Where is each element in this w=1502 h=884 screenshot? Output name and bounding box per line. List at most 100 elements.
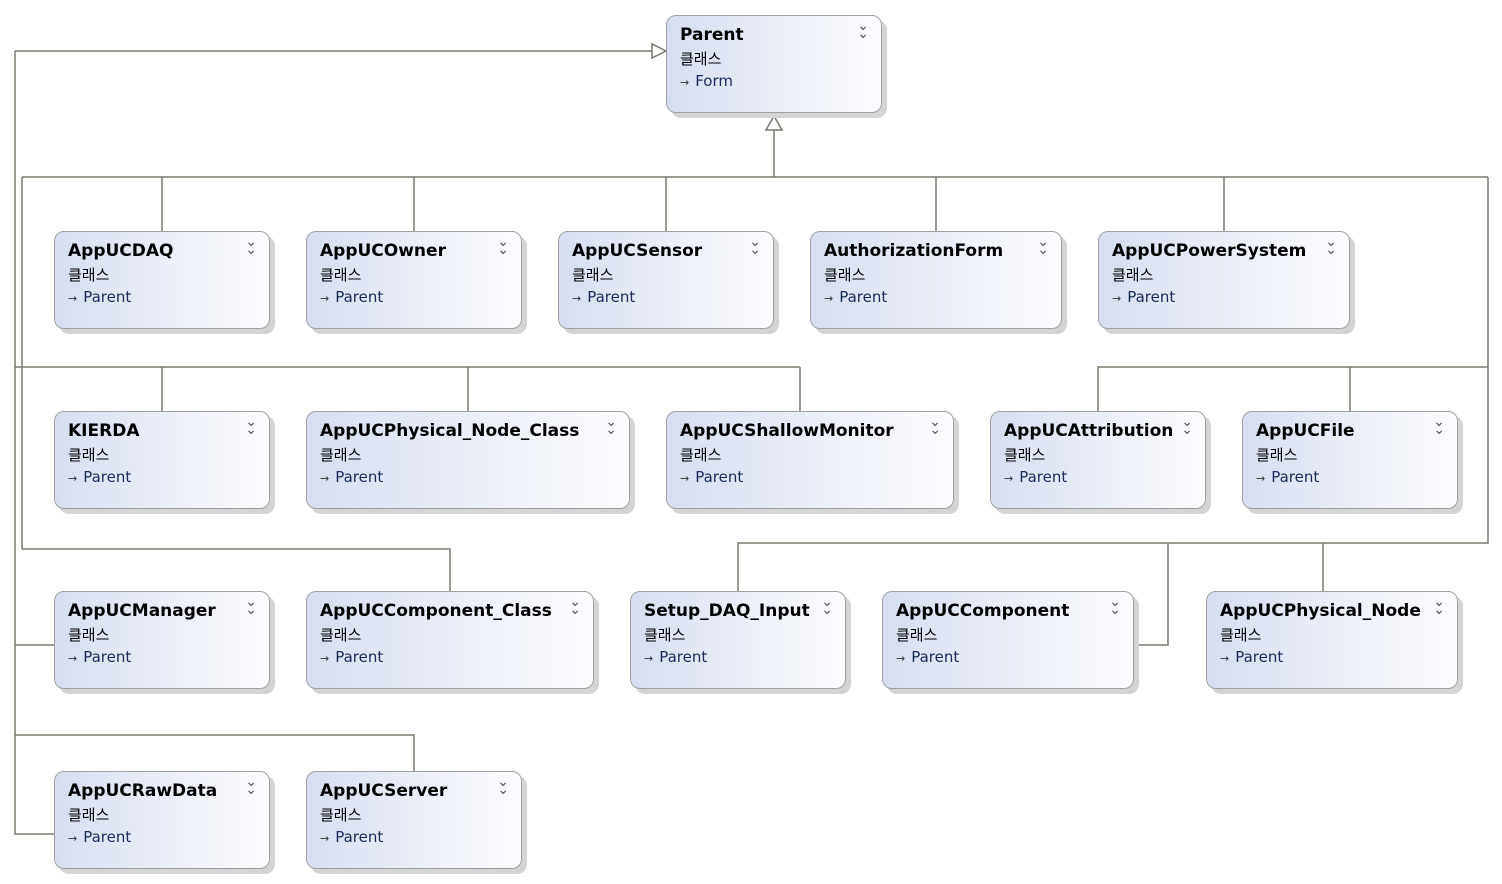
base-class-name: Parent	[659, 648, 708, 666]
class-name: Parent	[680, 25, 744, 45]
class-shape[interactable]: AppUCPowerSystem 클래스 → Parent ⌄ ⌄	[1098, 231, 1350, 329]
double-chevron-down-icon[interactable]: ⌄ ⌄	[821, 595, 833, 617]
base-class-name: Form	[695, 72, 734, 90]
base-class-name: Parent	[335, 468, 384, 486]
double-chevron-down-icon[interactable]: ⌄ ⌄	[497, 775, 509, 797]
class-kind: 클래스	[824, 266, 866, 284]
base-class-name: Parent	[587, 288, 636, 306]
inheritance-arrow-icon: →	[320, 652, 330, 665]
class-shape[interactable]: Setup_DAQ_Input 클래스 → Parent ⌄ ⌄	[630, 591, 846, 689]
base-class: → Parent	[680, 468, 743, 486]
class-name: AppUCRawData	[68, 781, 218, 801]
class-name: AppUCServer	[320, 781, 448, 801]
base-class: → Parent	[320, 648, 383, 666]
double-chevron-down-icon[interactable]: ⌄ ⌄	[245, 235, 257, 257]
class-name: AppUCFile	[1256, 421, 1355, 441]
base-class: → Parent	[320, 288, 383, 306]
class-kind: 클래스	[68, 626, 110, 644]
class-name: AppUCShallowMonitor	[680, 421, 894, 441]
double-chevron-down-icon[interactable]: ⌄ ⌄	[1325, 235, 1337, 257]
class-name: KIERDA	[68, 421, 140, 441]
inheritance-arrow-icon: →	[644, 652, 654, 665]
class-shape[interactable]: AppUCSensor 클래스 → Parent ⌄ ⌄	[558, 231, 774, 329]
base-class-name: Parent	[83, 648, 132, 666]
base-class-name: Parent	[83, 288, 132, 306]
class-name: AppUCPhysical_Node_Class	[320, 421, 580, 441]
class-kind: 클래스	[68, 266, 110, 284]
inheritance-arrow-icon: →	[680, 472, 690, 485]
double-chevron-down-icon[interactable]: ⌄ ⌄	[1109, 595, 1121, 617]
class-shape[interactable]: AppUCPhysical_Node_Class 클래스 → Parent ⌄ ⌄	[306, 411, 630, 509]
double-chevron-down-icon[interactable]: ⌄ ⌄	[605, 415, 617, 437]
base-class: → Parent	[1004, 468, 1067, 486]
class-shape[interactable]: Parent 클래스 → Form ⌄ ⌄	[666, 15, 882, 113]
class-kind: 클래스	[1112, 266, 1154, 284]
class-kind: 클래스	[320, 626, 362, 644]
class-kind: 클래스	[320, 266, 362, 284]
class-shape[interactable]: AppUCManager 클래스 → Parent ⌄ ⌄	[54, 591, 270, 689]
base-class: → Parent	[644, 648, 707, 666]
base-class: → Parent	[572, 288, 635, 306]
base-class: → Parent	[320, 468, 383, 486]
inheritance-arrow-icon: →	[320, 832, 330, 845]
double-chevron-down-icon[interactable]: ⌄ ⌄	[1037, 235, 1049, 257]
double-chevron-down-icon[interactable]: ⌄ ⌄	[1181, 415, 1193, 437]
base-class: → Parent	[824, 288, 887, 306]
inheritance-arrow-icon: →	[68, 472, 78, 485]
class-shape[interactable]: AuthorizationForm 클래스 → Parent ⌄ ⌄	[810, 231, 1062, 329]
inheritance-arrow-icon: →	[680, 76, 690, 89]
base-class-name: Parent	[839, 288, 888, 306]
inheritance-arrow-icon	[651, 42, 668, 60]
class-kind: 클래스	[572, 266, 614, 284]
class-shape[interactable]: AppUCPhysical_Node 클래스 → Parent ⌄ ⌄	[1206, 591, 1458, 689]
class-shape[interactable]: AppUCComponent_Class 클래스 → Parent ⌄ ⌄	[306, 591, 594, 689]
base-class-name: Parent	[335, 288, 384, 306]
class-shape[interactable]: AppUCComponent 클래스 → Parent ⌄ ⌄	[882, 591, 1134, 689]
double-chevron-down-icon[interactable]: ⌄ ⌄	[245, 595, 257, 617]
double-chevron-down-icon[interactable]: ⌄ ⌄	[569, 595, 581, 617]
class-name: AppUCManager	[68, 601, 216, 621]
base-class: → Parent	[68, 828, 131, 846]
class-shape[interactable]: AppUCRawData 클래스 → Parent ⌄ ⌄	[54, 771, 270, 869]
class-kind: 클래스	[1004, 446, 1046, 464]
inheritance-arrow-icon: →	[320, 292, 330, 305]
inheritance-arrow-icon: →	[68, 832, 78, 845]
base-class: → Parent	[68, 288, 131, 306]
double-chevron-down-icon[interactable]: ⌄ ⌄	[857, 19, 869, 41]
inheritance-arrow-icon: →	[68, 292, 78, 305]
class-shape[interactable]: AppUCFile 클래스 → Parent ⌄ ⌄	[1242, 411, 1458, 509]
class-kind: 클래스	[1220, 626, 1262, 644]
class-shape[interactable]: AppUCOwner 클래스 → Parent ⌄ ⌄	[306, 231, 522, 329]
inheritance-arrow-icon: →	[1220, 652, 1230, 665]
inheritance-arrow-icon: →	[1256, 472, 1266, 485]
base-class-name: Parent	[83, 468, 132, 486]
class-shape[interactable]: AppUCServer 클래스 → Parent ⌄ ⌄	[306, 771, 522, 869]
double-chevron-down-icon[interactable]: ⌄ ⌄	[497, 235, 509, 257]
inheritance-arrow-icon: →	[896, 652, 906, 665]
double-chevron-down-icon[interactable]: ⌄ ⌄	[245, 775, 257, 797]
double-chevron-down-icon[interactable]: ⌄ ⌄	[929, 415, 941, 437]
base-class-name: Parent	[911, 648, 960, 666]
base-class: → Parent	[68, 468, 131, 486]
class-name: AppUCOwner	[320, 241, 446, 261]
class-shape[interactable]: AppUCDAQ 클래스 → Parent ⌄ ⌄	[54, 231, 270, 329]
double-chevron-down-icon[interactable]: ⌄ ⌄	[749, 235, 761, 257]
base-class: → Parent	[320, 828, 383, 846]
double-chevron-down-icon[interactable]: ⌄ ⌄	[1433, 415, 1445, 437]
class-shape[interactable]: AppUCShallowMonitor 클래스 → Parent ⌄ ⌄	[666, 411, 954, 509]
class-name: AppUCPowerSystem	[1112, 241, 1307, 261]
base-class: → Parent	[896, 648, 959, 666]
class-shape[interactable]: AppUCAttribution 클래스 → Parent ⌄ ⌄	[990, 411, 1206, 509]
base-class-name: Parent	[83, 828, 132, 846]
base-class-name: Parent	[695, 468, 744, 486]
inheritance-arrow-icon: →	[572, 292, 582, 305]
double-chevron-down-icon[interactable]: ⌄ ⌄	[1433, 595, 1445, 617]
double-chevron-down-icon[interactable]: ⌄ ⌄	[245, 415, 257, 437]
class-kind: 클래스	[68, 446, 110, 464]
base-class: → Parent	[1220, 648, 1283, 666]
class-name: AppUCComponent_Class	[320, 601, 552, 621]
base-class: → Parent	[1112, 288, 1175, 306]
class-shape[interactable]: KIERDA 클래스 → Parent ⌄ ⌄	[54, 411, 270, 509]
class-kind: 클래스	[320, 806, 362, 824]
inheritance-arrow-icon: →	[68, 652, 78, 665]
